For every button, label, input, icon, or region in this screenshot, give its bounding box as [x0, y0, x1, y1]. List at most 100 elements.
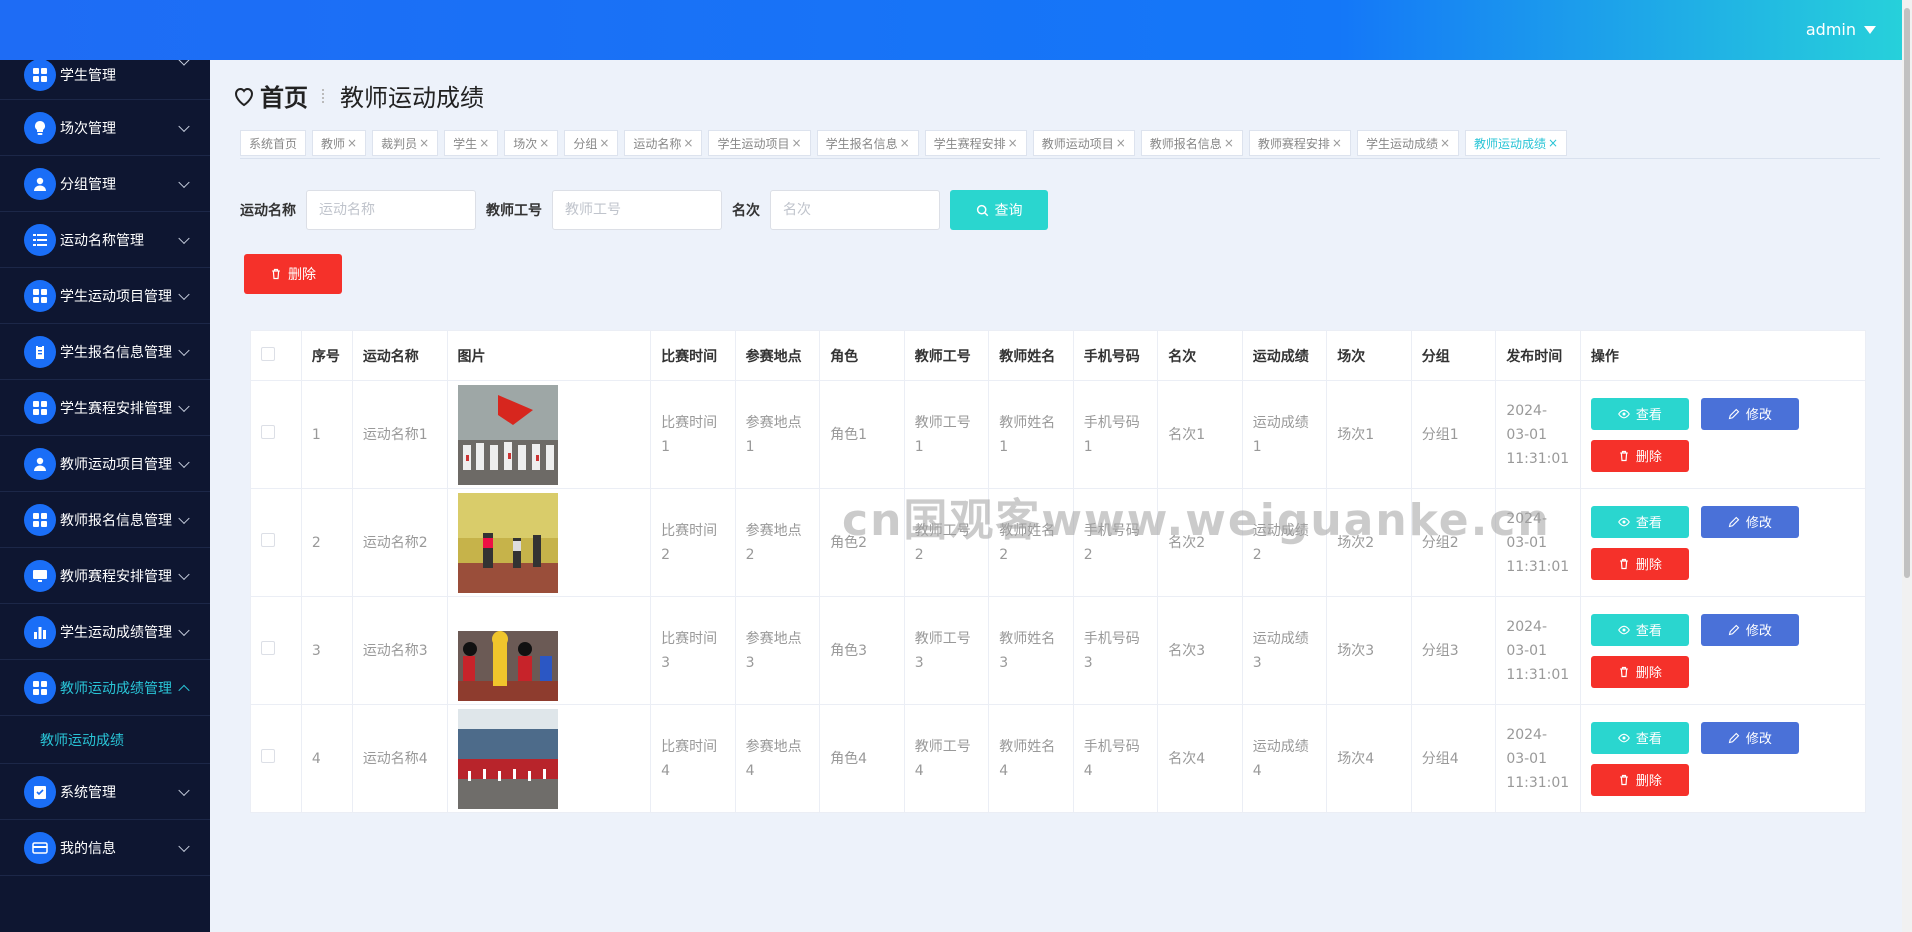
delete-button[interactable]: 删除 — [1590, 655, 1689, 688]
delete-button[interactable]: 删除 — [1590, 439, 1689, 472]
sidebar-item-9[interactable]: 教师报名信息管理 — [0, 492, 210, 548]
cell-phone: 手机号码3 — [1072, 596, 1159, 705]
tab-10[interactable]: 学生赛程安排 × — [924, 130, 1027, 156]
tab-14[interactable]: 学生运动成绩 × — [1356, 130, 1460, 156]
close-icon[interactable]: × — [419, 136, 429, 150]
table-row: 4 运动名称4 比赛时间4 参赛地点4 角色4 教师工号4 教师姓名4 手机号码4 名次4 运动成… — [250, 704, 1867, 813]
query-button-label: 查询 — [994, 203, 1023, 219]
tab-8[interactable]: 学生运动项目 × — [708, 130, 811, 156]
sidebar-item-1[interactable]: 学生管理 — [0, 60, 210, 100]
view-button[interactable]: 查看 — [1590, 505, 1689, 538]
select-all-checkbox[interactable] — [261, 346, 275, 361]
sidebar-item-5[interactable]: 学生运动项目管理 — [0, 268, 210, 324]
close-icon[interactable]: × — [1224, 136, 1234, 150]
photo-cell — [446, 380, 652, 489]
sidebar-item-13[interactable]: 系统管理 — [0, 764, 210, 820]
sidebar-item-11[interactable]: 学生运动成绩管理 — [0, 604, 210, 660]
sidebar-item-2[interactable]: 场次管理 — [0, 100, 210, 156]
breadcrumb: 首页 教师运动成绩 — [232, 78, 484, 113]
chevron-down-icon — [178, 400, 190, 412]
edit-button[interactable]: 修改 — [1700, 505, 1799, 538]
submenu-item-teacher-scores[interactable]: 教师运动成绩 — [0, 716, 210, 764]
tab-label: 场次 — [513, 136, 538, 151]
close-icon[interactable]: × — [1548, 136, 1558, 150]
tab-label: 学生 — [453, 136, 478, 151]
close-icon[interactable]: × — [1332, 136, 1342, 150]
query-button[interactable]: 查询 — [950, 190, 1048, 230]
close-icon[interactable]: × — [900, 136, 910, 150]
page-scrollbar[interactable] — [1902, 0, 1912, 932]
tab-12[interactable]: 教师报名信息 × — [1140, 130, 1243, 156]
actions-cell: 查看 修改 删除 — [1579, 596, 1867, 705]
edit-button[interactable]: 修改 — [1700, 721, 1799, 754]
sidebar-item-14[interactable]: 我的信息 — [0, 820, 210, 876]
tab-1[interactable]: 系统首页 — [240, 130, 307, 156]
caret-down-icon[interactable] — [1864, 25, 1876, 34]
view-button[interactable]: 查看 — [1590, 613, 1689, 646]
checklist-icon — [24, 775, 56, 808]
cell-teacher-name: 教师姓名1 — [988, 380, 1074, 489]
view-button[interactable]: 查看 — [1590, 721, 1689, 754]
row-checkbox[interactable] — [261, 640, 275, 655]
batch-delete-button[interactable]: 删除 — [244, 254, 342, 294]
tab-2[interactable]: 教师 × — [312, 130, 367, 156]
user-menu[interactable]: admin — [1806, 20, 1876, 39]
sidebar-item-12[interactable]: 教师运动成绩管理 — [0, 660, 210, 716]
column-header: 角色 — [819, 330, 905, 381]
delete-button[interactable]: 删除 — [1590, 547, 1689, 580]
row-checkbox[interactable] — [261, 424, 275, 439]
row-checkbox[interactable] — [261, 532, 275, 547]
tab-3[interactable]: 裁判员 × — [372, 130, 439, 156]
sidebar-item-4[interactable]: 运动名称管理 — [0, 212, 210, 268]
close-icon[interactable]: × — [1440, 136, 1450, 150]
close-icon[interactable]: × — [347, 136, 357, 150]
close-icon[interactable]: × — [683, 136, 693, 150]
view-label: 查看 — [1635, 624, 1662, 639]
sidebar-item-6[interactable]: 学生报名信息管理 — [0, 324, 210, 380]
search-rank-input[interactable] — [770, 190, 940, 230]
row-checkbox[interactable] — [261, 748, 275, 763]
sidebar-item-3[interactable]: 分组管理 — [0, 156, 210, 212]
chevron-down-icon — [178, 784, 190, 796]
sidebar-item-8[interactable]: 教师运动项目管理 — [0, 436, 210, 492]
close-icon[interactable]: × — [1116, 136, 1126, 150]
breadcrumb-home-label[interactable]: 首页 — [260, 78, 308, 113]
edit-button[interactable]: 修改 — [1700, 613, 1799, 646]
username[interactable]: admin — [1806, 20, 1856, 39]
close-icon[interactable]: × — [539, 136, 549, 150]
scrollbar-thumb[interactable] — [1904, 8, 1910, 578]
edit-button[interactable]: 修改 — [1700, 397, 1799, 430]
tab-13[interactable]: 教师赛程安排 × — [1248, 130, 1351, 156]
trash-icon — [1620, 774, 1628, 785]
tab-bar-divider — [240, 158, 1880, 159]
monitor-icon — [24, 559, 56, 592]
select-all-cell — [250, 330, 302, 381]
tab-11[interactable]: 教师运动项目 × — [1032, 130, 1135, 156]
tab-15[interactable]: 教师运动成绩 × — [1465, 130, 1568, 156]
close-icon[interactable]: × — [479, 136, 489, 150]
tab-5[interactable]: 场次 × — [504, 130, 559, 156]
cell-teacher-no: 教师工号3 — [903, 596, 990, 705]
view-label: 查看 — [1635, 408, 1662, 423]
sidebar-item-10[interactable]: 教师赛程安排管理 — [0, 548, 210, 604]
close-icon[interactable]: × — [792, 136, 802, 150]
delete-button[interactable]: 删除 — [1590, 763, 1689, 796]
search-teacher-no-input[interactable] — [552, 190, 722, 230]
tab-7[interactable]: 运动名称 × — [624, 130, 703, 156]
cell-rank: 名次3 — [1157, 596, 1243, 705]
cell-group: 分组4 — [1410, 704, 1497, 813]
row-select-cell — [250, 380, 302, 489]
sidebar-item-label: 学生管理 — [60, 67, 116, 84]
tab-4[interactable]: 学生 × — [444, 130, 499, 156]
close-icon[interactable]: × — [599, 136, 609, 150]
search-sport-name-input[interactable] — [306, 190, 476, 230]
sidebar-item-7[interactable]: 学生赛程安排管理 — [0, 380, 210, 436]
edit-label: 修改 — [1745, 516, 1772, 531]
breadcrumb-home[interactable]: 首页 — [232, 78, 308, 113]
close-icon[interactable]: × — [1008, 136, 1018, 150]
tab-6[interactable]: 分组 × — [564, 130, 619, 156]
view-button[interactable]: 查看 — [1590, 397, 1689, 430]
cell-score: 运动成绩1 — [1241, 380, 1328, 489]
column-header: 教师工号 — [903, 330, 990, 381]
tab-9[interactable]: 学生报名信息 × — [816, 130, 919, 156]
